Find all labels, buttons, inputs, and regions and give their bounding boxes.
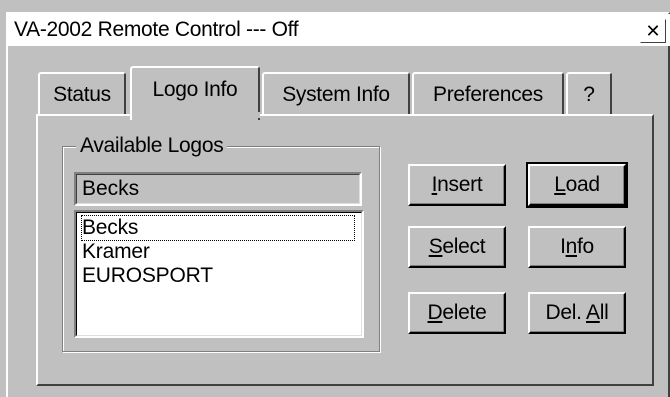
info-button[interactable]: Info xyxy=(528,226,626,268)
close-button[interactable]: ✕ xyxy=(640,19,666,43)
active-tab-join xyxy=(136,112,260,118)
select-button[interactable]: Select xyxy=(408,226,506,268)
tab-preferences[interactable]: Preferences xyxy=(412,72,564,116)
tab-preferences-label: Preferences xyxy=(433,83,543,106)
delete-all-button[interactable]: Del. All xyxy=(528,292,626,334)
window-title: VA-2002 Remote Control --- Off xyxy=(14,18,299,41)
current-logo-field[interactable]: Becks xyxy=(74,172,362,206)
load-button-label: Load xyxy=(554,173,600,196)
logos-listbox[interactable]: Becks Kramer EUROSPORT xyxy=(74,210,364,338)
close-icon: ✕ xyxy=(645,21,661,41)
delete-all-button-label: Del. All xyxy=(545,301,609,324)
tab-system-info[interactable]: System Info xyxy=(262,72,410,116)
insert-button[interactable]: Insert xyxy=(408,164,506,206)
delete-button-label: Delete xyxy=(427,301,487,324)
load-button[interactable]: Load xyxy=(526,162,628,208)
tab-system-info-label: System Info xyxy=(282,83,390,106)
list-item[interactable]: Kramer xyxy=(82,240,150,264)
available-logos-label: Available Logos xyxy=(76,134,228,158)
tab-status[interactable]: Status xyxy=(38,72,126,116)
list-item[interactable]: EUROSPORT xyxy=(82,264,213,288)
list-item[interactable]: Becks xyxy=(81,215,355,241)
tab-help[interactable]: ? xyxy=(566,72,612,116)
info-button-label: Info xyxy=(560,235,594,258)
select-button-label: Select xyxy=(428,235,486,258)
tab-logo-info-label: Logo Info xyxy=(152,78,238,101)
tab-status-label: Status xyxy=(53,83,111,106)
delete-button[interactable]: Delete xyxy=(408,292,506,334)
tab-help-label: ? xyxy=(583,83,595,106)
insert-button-label: Insert xyxy=(431,173,483,196)
current-logo-value: Becks xyxy=(82,177,140,200)
